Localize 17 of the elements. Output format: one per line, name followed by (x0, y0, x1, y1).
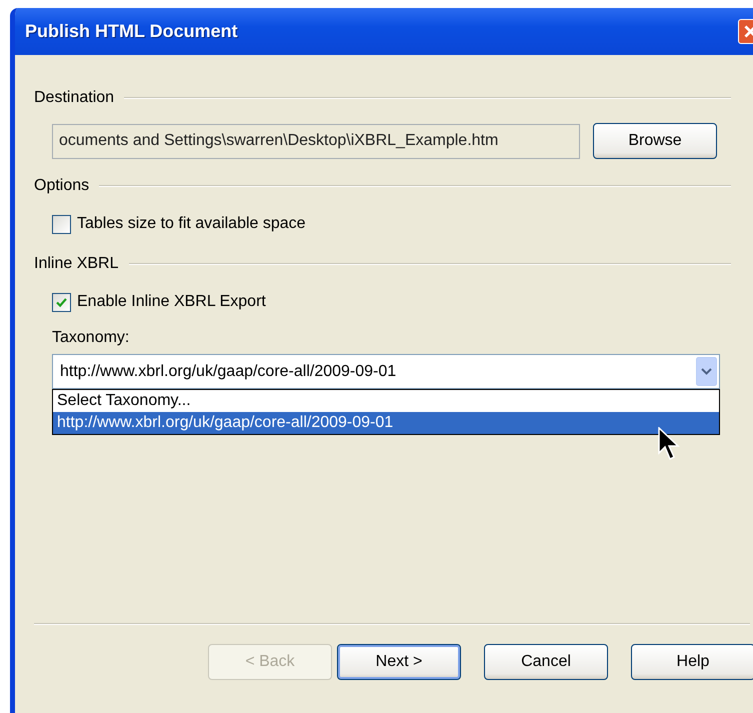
dropdown-option[interactable]: Select Taxonomy... (53, 390, 719, 412)
browse-button[interactable]: Browse (593, 123, 717, 159)
dialog-button[interactable]: Cancel (484, 644, 608, 680)
checkbox[interactable] (52, 214, 71, 234)
group-label: Inline XBRL (34, 255, 118, 273)
taxonomy-label: Taxonomy: (52, 328, 130, 348)
group-label: Destination (34, 89, 114, 107)
dialog-button[interactable]: Help (631, 644, 753, 680)
group-label: Options (34, 177, 90, 195)
checkbox-label: Enable Inline XBRL Export (77, 293, 266, 311)
dropdown-option[interactable]: http://www.xbrl.org/uk/gaap/core-all/2009-09-01 (53, 412, 719, 434)
checkbox-label: Tables size to fit available space (77, 215, 306, 233)
dialog-button[interactable]: Next > (337, 644, 461, 680)
destination-field[interactable]: ocuments and Settings\swarren\Desktop\iXBRL_Example.htm (52, 124, 580, 158)
window-title: Publish HTML Document (25, 21, 238, 42)
taxonomy-dropdown[interactable]: http://www.xbrl.org/uk/gaap/core-all/2009-09-01 (52, 354, 720, 389)
checkbox[interactable] (52, 292, 71, 312)
